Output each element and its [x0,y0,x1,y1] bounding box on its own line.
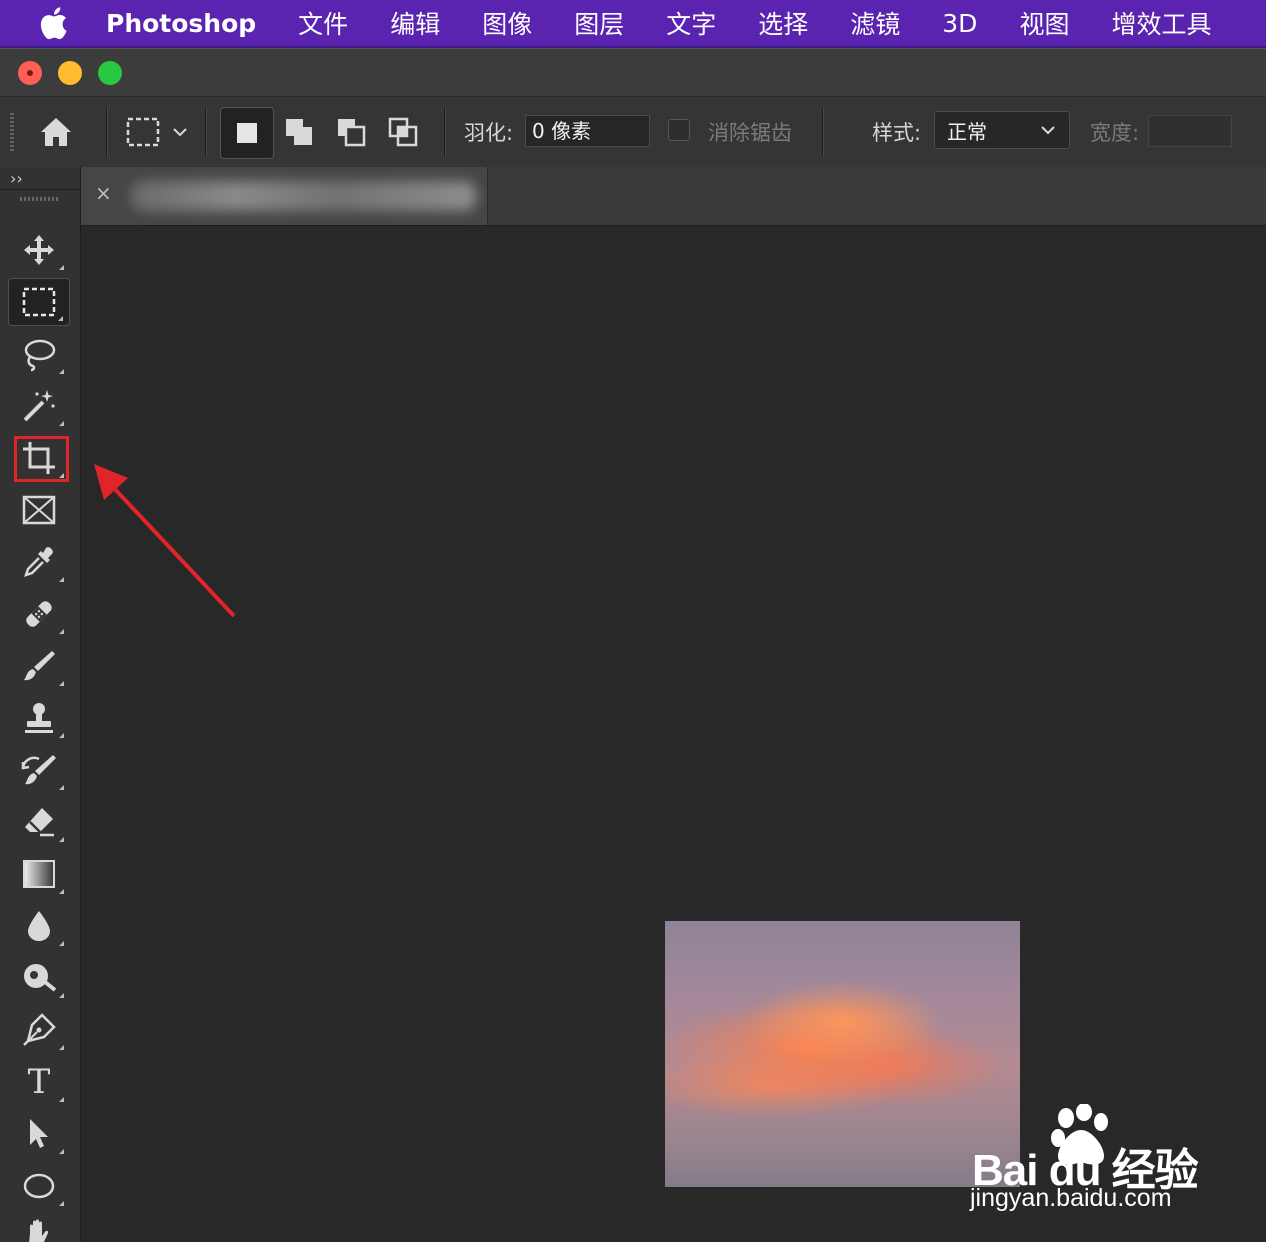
annotation-arrow-icon [94,464,236,618]
canvas-photo[interactable] [665,921,1020,1187]
baidu-watermark: Bai du 经验 jingyan.baidu.com [968,1104,1208,1222]
watermark-url: jingyan.baidu.com [970,1184,1172,1212]
